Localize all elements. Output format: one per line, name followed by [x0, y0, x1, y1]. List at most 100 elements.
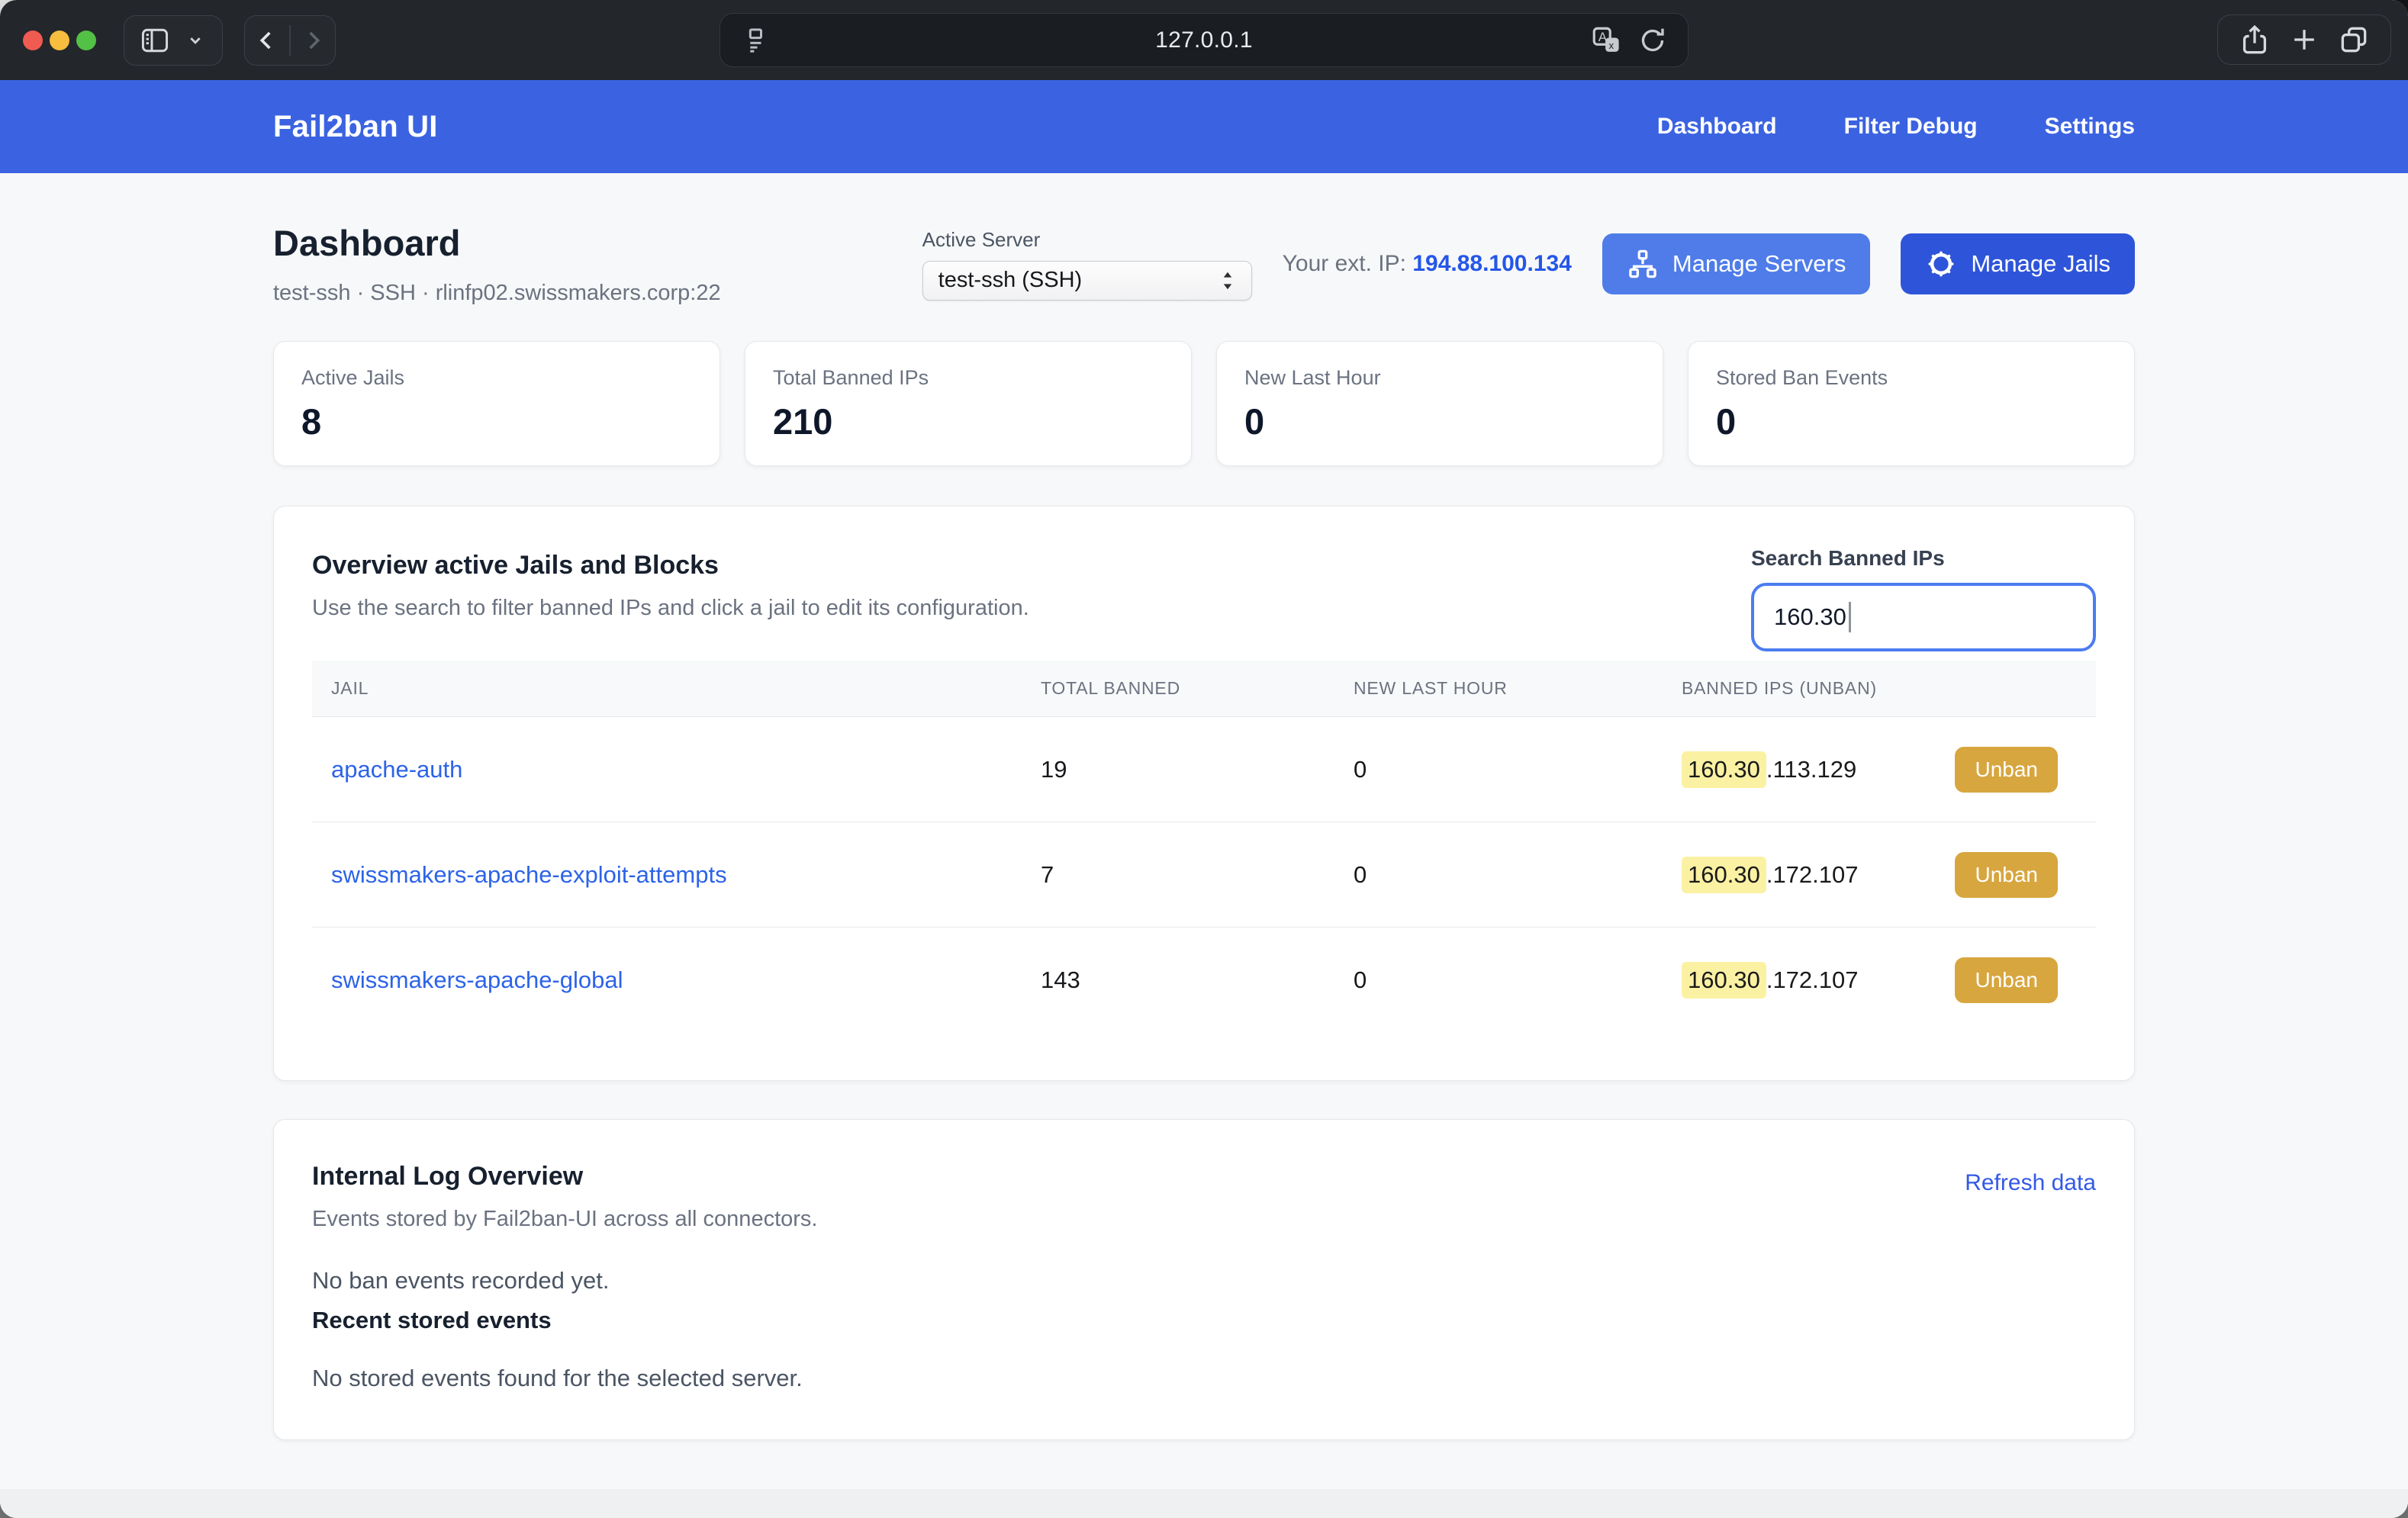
- overview-card: Overview active Jails and Blocks Use the…: [273, 506, 2135, 1081]
- nav-link-dashboard[interactable]: Dashboard: [1657, 114, 1777, 140]
- minimize-button[interactable]: [50, 31, 69, 50]
- search-banned-ips-label: Search Banned IPs: [1751, 546, 2096, 571]
- back-button[interactable]: [245, 16, 289, 65]
- new-last-hour-value: 0: [1334, 756, 1663, 783]
- no-ban-events-text: No ban events recorded yet.: [312, 1267, 2096, 1294]
- stat-card-new-last-hour: New Last Hour 0: [1216, 341, 1663, 466]
- stat-label: Active Jails: [301, 366, 692, 390]
- share-icon[interactable]: [2238, 23, 2271, 56]
- jail-link[interactable]: swissmakers-apache-global: [331, 966, 623, 993]
- page-header: Dashboard test-ssh · SSH · rlinfp02.swis…: [273, 222, 2135, 306]
- refresh-data-link[interactable]: Refresh data: [1965, 1170, 2096, 1196]
- column-header-jail: JAIL: [312, 678, 1022, 699]
- manage-servers-button[interactable]: Manage Servers: [1602, 233, 1870, 294]
- manage-jails-button[interactable]: Manage Jails: [1901, 233, 2135, 294]
- reload-icon[interactable]: [1637, 25, 1668, 56]
- manage-servers-label: Manage Servers: [1672, 250, 1846, 278]
- stat-value: 210: [773, 400, 1164, 442]
- unban-button[interactable]: Unban: [1955, 957, 2058, 1003]
- table-row: swissmakers-apache-global 143 0 160.30.1…: [312, 928, 2096, 1033]
- search-input-value: 160.30: [1774, 603, 1846, 631]
- history-nav: [244, 15, 336, 66]
- toolbar-actions: [2217, 14, 2391, 65]
- main-content: Dashboard test-ssh · SSH · rlinfp02.swis…: [0, 173, 2408, 1518]
- internal-log-card: Internal Log Overview Refresh data Event…: [273, 1119, 2135, 1440]
- tabs-overview-icon[interactable]: [2337, 23, 2371, 56]
- unban-button[interactable]: Unban: [1955, 852, 2058, 898]
- stat-value: 0: [1716, 400, 2107, 442]
- jail-link[interactable]: swissmakers-apache-exploit-attempts: [331, 861, 727, 888]
- ip-rest: .172.107: [1766, 861, 1859, 889]
- sidebar-toggle-button[interactable]: [124, 15, 223, 66]
- forward-button[interactable]: [291, 16, 335, 65]
- no-stored-events-text: No stored events found for the selected …: [312, 1365, 2096, 1392]
- log-title: Internal Log Overview: [312, 1162, 2096, 1192]
- stat-card-total-banned: Total Banned IPs 210: [745, 341, 1192, 466]
- ip-highlight: 160.30: [1682, 751, 1766, 788]
- external-ip-value[interactable]: 194.88.100.134: [1412, 251, 1572, 276]
- stat-label: Total Banned IPs: [773, 366, 1164, 390]
- app-navbar: Fail2ban UI Dashboard Filter Debug Setti…: [0, 80, 2408, 173]
- close-button[interactable]: [23, 31, 43, 50]
- new-tab-icon[interactable]: [2287, 23, 2321, 56]
- url-bar[interactable]: 127.0.0.1 A x: [720, 13, 1688, 67]
- stats-row: Active Jails 8 Total Banned IPs 210 New …: [273, 341, 2135, 466]
- active-server-value: test-ssh (SSH): [938, 268, 1083, 293]
- stat-value: 8: [301, 400, 692, 442]
- nav-links: Dashboard Filter Debug Settings: [1657, 114, 2135, 140]
- translate-icon[interactable]: A x: [1590, 24, 1622, 56]
- text-caret: [1849, 602, 1851, 632]
- browser-window: 127.0.0.1 A x: [0, 0, 2408, 1518]
- page-title: Dashboard: [273, 222, 721, 264]
- stat-label: Stored Ban Events: [1716, 366, 2107, 390]
- active-server-select[interactable]: test-ssh (SSH): [922, 261, 1252, 301]
- column-header-total-banned: TOTAL BANNED: [1022, 678, 1334, 699]
- ip-rest: .172.107: [1766, 966, 1859, 994]
- sitemap-icon: [1627, 248, 1659, 280]
- ip-highlight: 160.30: [1682, 962, 1766, 999]
- new-last-hour-value: 0: [1334, 861, 1663, 889]
- column-header-new-last-hour: NEW LAST HOUR: [1334, 678, 1663, 699]
- fullscreen-button[interactable]: [76, 31, 96, 50]
- unban-button[interactable]: Unban: [1955, 747, 2058, 793]
- ip-highlight: 160.30: [1682, 857, 1766, 893]
- nav-link-settings[interactable]: Settings: [2045, 114, 2135, 140]
- total-banned-value: 7: [1022, 861, 1334, 889]
- search-banned-ips-input[interactable]: 160.30: [1751, 583, 2096, 651]
- manage-jails-label: Manage Jails: [1971, 250, 2110, 278]
- table-row: swissmakers-apache-exploit-attempts 7 0 …: [312, 822, 2096, 928]
- gear-icon: [1925, 248, 1957, 280]
- page-subtitle: test-ssh · SSH · rlinfp02.swissmakers.co…: [273, 281, 721, 306]
- log-subtitle: Events stored by Fail2ban-UI across all …: [312, 1207, 2096, 1232]
- nav-link-filter-debug[interactable]: Filter Debug: [1844, 114, 1978, 140]
- jails-table: JAIL TOTAL BANNED NEW LAST HOUR BANNED I…: [312, 661, 2096, 1033]
- back-icon: [252, 25, 282, 56]
- sidebar-icon: [138, 24, 172, 57]
- recent-stored-events-heading: Recent stored events: [312, 1307, 2096, 1334]
- forward-icon: [298, 25, 328, 56]
- select-stepper-icon: [1216, 268, 1239, 294]
- external-ip-label: Your ext. IP:: [1283, 251, 1406, 276]
- stat-card-stored-ban-events: Stored Ban Events 0: [1688, 341, 2135, 466]
- search-block: Search Banned IPs 160.30: [1751, 546, 2096, 651]
- ip-rest: .113.129: [1766, 756, 1856, 783]
- chevron-down-icon: [182, 27, 208, 53]
- stat-card-active-jails: Active Jails 8: [273, 341, 720, 466]
- url-text: 127.0.0.1: [720, 27, 1688, 53]
- window-controls: [23, 31, 96, 50]
- column-header-banned-ips: BANNED IPS (UNBAN): [1663, 678, 2096, 699]
- stat-label: New Last Hour: [1244, 366, 1635, 390]
- new-last-hour-value: 0: [1334, 966, 1663, 994]
- table-row: apache-auth 19 0 160.30.113.129 Unban: [312, 717, 2096, 822]
- external-ip: Your ext. IP: 194.88.100.134: [1283, 251, 1572, 277]
- total-banned-value: 143: [1022, 966, 1334, 994]
- stat-value: 0: [1244, 400, 1635, 442]
- total-banned-value: 19: [1022, 756, 1334, 783]
- active-server-label: Active Server: [922, 228, 1252, 252]
- page-footer-strip: [0, 1489, 2408, 1518]
- jails-table-header: JAIL TOTAL BANNED NEW LAST HOUR BANNED I…: [312, 661, 2096, 717]
- app-brand[interactable]: Fail2ban UI: [273, 110, 438, 144]
- svg-text:x: x: [1609, 39, 1614, 50]
- jail-link[interactable]: apache-auth: [331, 756, 462, 783]
- browser-toolbar: 127.0.0.1 A x: [0, 0, 2408, 80]
